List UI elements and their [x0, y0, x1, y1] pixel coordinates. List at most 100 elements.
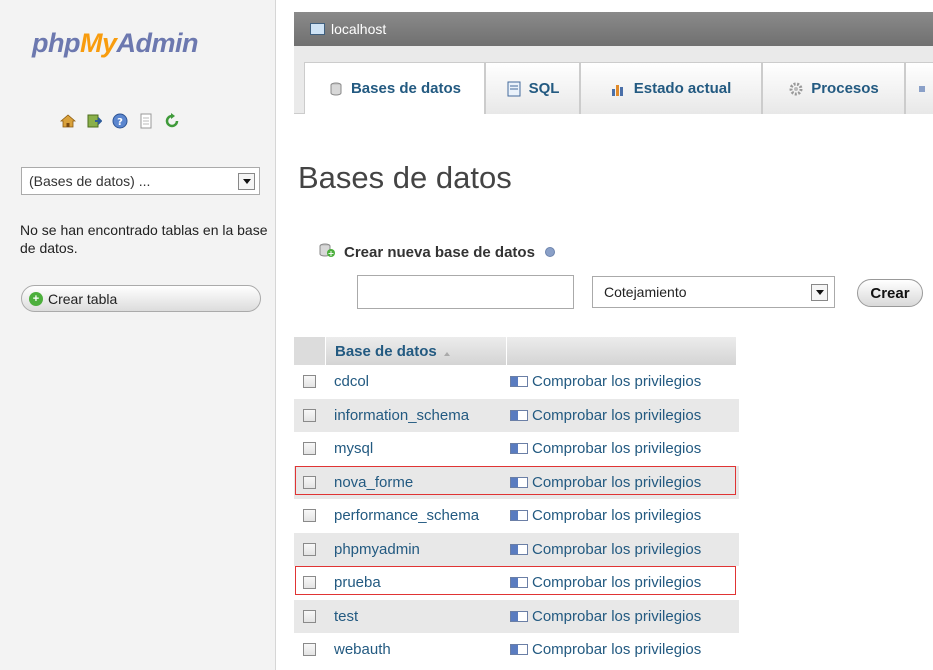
check-privileges-link[interactable]: Comprobar los privilegios: [506, 541, 701, 558]
database-select[interactable]: (Bases de datos) ...: [21, 167, 260, 195]
server-link[interactable]: localhost: [331, 21, 386, 37]
privileges-icon: [510, 577, 528, 589]
logout-icon[interactable]: [86, 113, 103, 129]
row-checkbox[interactable]: [303, 375, 316, 389]
database-name-link[interactable]: cdcol: [325, 373, 506, 390]
table-row: test Comprobar los privilegios: [294, 599, 739, 633]
table-row: information_schema Comprobar los privileg…: [294, 398, 739, 432]
chevron-down-icon: [238, 173, 255, 190]
check-privileges-link[interactable]: Comprobar los privilegios: [506, 440, 701, 457]
check-privileges-link[interactable]: Comprobar los privilegios: [506, 373, 701, 390]
row-checkbox-cell: [294, 509, 325, 523]
table-row: nova_forme Comprobar los privilegios: [294, 465, 739, 499]
row-checkbox[interactable]: [303, 408, 316, 422]
sort-by-database-header[interactable]: Base de datos: [325, 337, 506, 365]
check-privileges-link[interactable]: Comprobar los privilegios: [506, 574, 701, 591]
table-body: cdcol Comprobar los privilegios informatio…: [294, 365, 739, 667]
check-privileges-link[interactable]: Comprobar los privilegios: [506, 507, 701, 524]
row-checkbox-cell: [294, 609, 325, 623]
table-row: webauth Comprobar los privilegios: [294, 633, 739, 667]
row-checkbox[interactable]: [303, 475, 316, 489]
docs-icon[interactable]: [138, 113, 154, 129]
collation-select[interactable]: Cotejamiento: [592, 276, 835, 308]
nav-icon-bar: ?: [59, 113, 180, 129]
tab-more[interactable]: [905, 62, 933, 114]
phpmyadmin-logo[interactable]: phpMyAdmin: [32, 28, 198, 59]
row-checkbox-cell: [294, 375, 325, 389]
tab-label: Bases de datos: [350, 80, 462, 97]
row-checkbox[interactable]: [303, 609, 316, 623]
header-checkbox-column: [294, 337, 325, 365]
check-privileges-label: Comprobar los privilegios: [532, 473, 702, 491]
database-name-input[interactable]: [357, 275, 574, 309]
database-name-link[interactable]: nova_forme: [325, 474, 506, 491]
row-checkbox[interactable]: [303, 442, 316, 456]
navigation-panel: phpMyAdmin ? (Bases de datos) ... No se …: [0, 0, 276, 670]
tab-status[interactable]: Estado actual: [580, 62, 762, 114]
chevron-down-icon: [811, 284, 828, 301]
table-row: performance_schema Comprobar los privileg…: [294, 499, 739, 533]
help-icon[interactable]: [544, 247, 555, 257]
check-privileges-link[interactable]: Comprobar los privilegios: [506, 474, 701, 491]
check-privileges-label: Comprobar los privilegios: [532, 406, 702, 424]
check-privileges-link[interactable]: Comprobar los privilegios: [506, 608, 701, 625]
collation-select-value: Cotejamiento: [604, 284, 687, 300]
create-table-button[interactable]: + Crear tabla: [21, 285, 261, 312]
row-checkbox-cell: [294, 408, 325, 422]
database-name-link[interactable]: webauth: [325, 641, 506, 658]
tab-databases[interactable]: Bases de datos: [304, 62, 485, 114]
privileges-icon: [510, 543, 528, 555]
row-checkbox[interactable]: [303, 509, 316, 523]
status-chart-icon: [611, 81, 627, 97]
row-checkbox[interactable]: [303, 542, 316, 556]
check-privileges-label: Comprobar los privilegios: [532, 373, 702, 391]
database-name-link[interactable]: phpmyadmin: [325, 541, 506, 558]
database-icon: [328, 81, 344, 97]
table-row: mysql Comprobar los privilegios: [294, 432, 739, 466]
table-header: Base de datos: [294, 337, 739, 365]
svg-text:?: ?: [117, 117, 123, 128]
tab-label: SQL: [528, 80, 560, 97]
table-row: prueba Comprobar los privilegios: [294, 566, 739, 600]
create-database-heading: + Crear nueva base de datos: [318, 242, 555, 262]
check-privileges-link[interactable]: Comprobar los privilegios: [506, 641, 701, 658]
svg-text:+: +: [328, 249, 335, 258]
main-tabs: Bases de datos SQL Estado actual Proceso…: [294, 46, 933, 114]
help-icon[interactable]: ?: [112, 113, 128, 129]
tab-processes[interactable]: Procesos: [762, 62, 905, 114]
privileges-icon: [510, 443, 528, 455]
database-name-link[interactable]: information_schema: [325, 407, 506, 424]
tab-label: Procesos: [811, 80, 879, 97]
tab-sql[interactable]: SQL: [485, 62, 580, 114]
row-checkbox[interactable]: [303, 576, 316, 590]
row-checkbox-cell: [294, 475, 325, 489]
row-checkbox-cell: [294, 442, 325, 456]
row-checkbox-cell: [294, 542, 325, 556]
database-name-link[interactable]: performance_schema: [325, 507, 506, 524]
check-privileges-label: Comprobar los privilegios: [532, 641, 702, 659]
privileges-icon: [510, 610, 528, 622]
reload-icon[interactable]: [164, 113, 180, 129]
database-name-link[interactable]: mysql: [325, 440, 506, 457]
row-checkbox-cell: [294, 643, 325, 657]
database-name-link[interactable]: prueba: [325, 574, 506, 591]
plus-circle-icon: +: [29, 291, 43, 306]
privileges-icon: [510, 376, 528, 388]
database-select-value: (Bases de datos) ...: [29, 173, 151, 189]
check-privileges-link[interactable]: Comprobar los privilegios: [506, 407, 701, 424]
privileges-icon: [510, 409, 528, 421]
database-name-link[interactable]: test: [325, 608, 506, 625]
check-privileges-label: Comprobar los privilegios: [532, 440, 702, 458]
gear-icon: [788, 81, 804, 97]
create-database-button[interactable]: Crear: [857, 279, 923, 307]
row-checkbox[interactable]: [303, 643, 316, 657]
page-title: Bases de datos: [298, 160, 512, 195]
table-row: cdcol Comprobar los privilegios: [294, 365, 739, 399]
check-privileges-label: Comprobar los privilegios: [532, 507, 702, 525]
tab-label: Estado actual: [633, 80, 732, 97]
privileges-icon: [510, 510, 528, 522]
sql-icon: [506, 81, 522, 97]
home-icon[interactable]: [59, 113, 77, 129]
check-privileges-label: Comprobar los privilegios: [532, 540, 702, 558]
create-database-label: Crear nueva base de datos: [344, 243, 535, 261]
